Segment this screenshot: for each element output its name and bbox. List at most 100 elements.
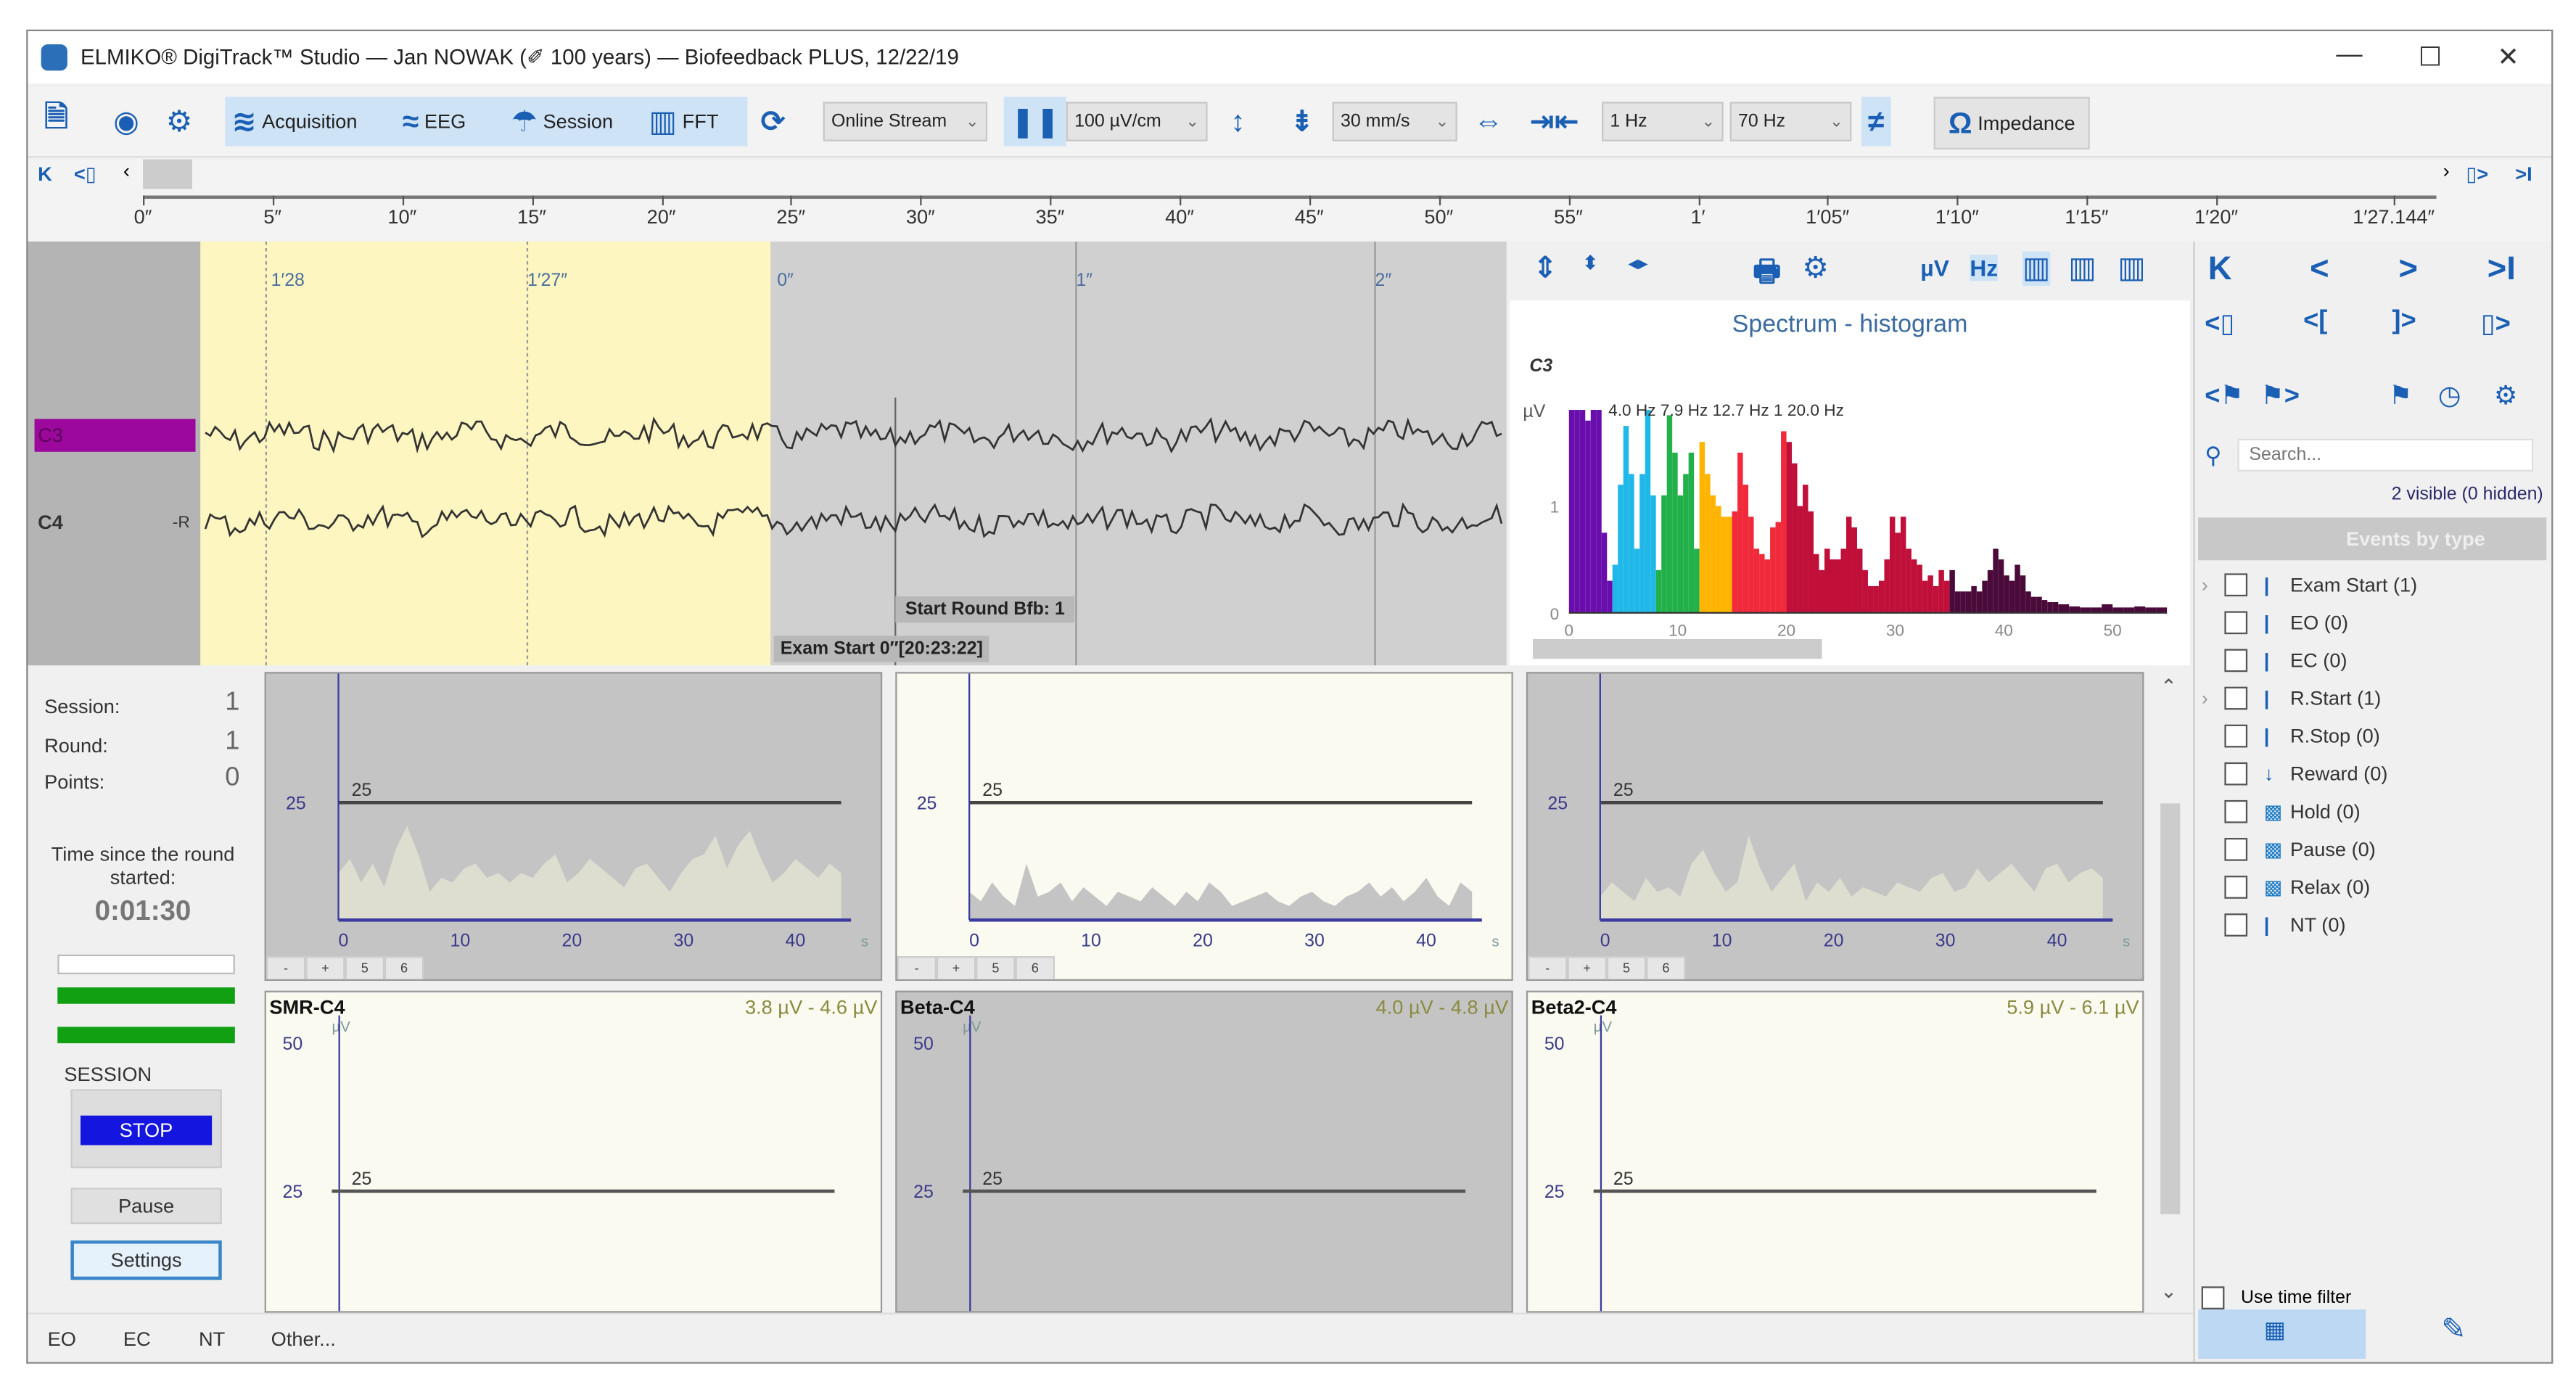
time-expand-icon[interactable]: ⇔ <box>1473 97 1503 147</box>
pause-icon[interactable]: ❚❚ <box>1003 96 1067 147</box>
event-type-row[interactable]: ▩ Pause (0) <box>2202 831 2547 868</box>
high-filter-select[interactable]: 70 Hz ⌄ <box>1729 102 1852 141</box>
next-event-icon[interactable]: > <box>2398 251 2417 289</box>
gear-icon[interactable]: ⚙ <box>166 97 193 147</box>
eeg-button[interactable]: ≈ EEG <box>403 97 466 147</box>
page-back-icon[interactable]: <▯ <box>74 163 96 186</box>
stop-button[interactable]: STOP <box>80 1115 213 1146</box>
timeline-ruler[interactable]: K <▯ ‹ › ▯> >I 0″ 5″ 10″ 15″ 20″ 25″ 30″ 35″ 40″… <box>28 159 2552 242</box>
clock-icon[interactable]: ◷ <box>2438 379 2461 412</box>
preset-5-button[interactable]: 5 <box>976 956 1016 979</box>
preset-5-button[interactable]: 5 <box>1606 956 1647 979</box>
event-type-row[interactable]: | NT (0) <box>2202 907 2547 943</box>
time-compress-icon[interactable]: ⇥⇤ <box>1529 97 1579 147</box>
event-type-row[interactable]: ▩ Hold (0) <box>2202 794 2547 830</box>
acquisition-button[interactable]: ≋ Acquisition <box>231 97 357 147</box>
maximize-button[interactable]: ☐ <box>2419 41 2442 74</box>
timeline-scrollbar-thumb[interactable] <box>143 159 192 189</box>
eeg-mode-tab[interactable]: ▦ <box>2198 1309 2366 1359</box>
preset-6-button[interactable]: 6 <box>384 956 424 979</box>
event-checkbox[interactable] <box>2224 649 2248 673</box>
event-type-row[interactable]: | EO (0) <box>2202 604 2547 641</box>
status-other-button[interactable]: Other... <box>271 1328 336 1351</box>
event-checkbox[interactable] <box>2224 837 2248 861</box>
stream-select[interactable]: Online Stream ⌄ <box>823 102 988 141</box>
zoom-in-button[interactable]: + <box>1567 956 1607 979</box>
event-checkbox[interactable] <box>2224 762 2248 786</box>
scroll-down-icon[interactable]: ⌄ <box>2160 1280 2177 1303</box>
events-settings-icon[interactable]: ⚙ <box>2494 379 2517 412</box>
prev-page-icon[interactable]: <▯ <box>2205 307 2234 340</box>
event-checkbox[interactable] <box>2224 686 2248 710</box>
refresh-icon[interactable]: ⟳ <box>761 97 786 147</box>
zoom-out-button[interactable]: - <box>266 956 306 979</box>
spectrum-bar <box>1618 485 1624 613</box>
zoom-out-button[interactable]: - <box>897 956 937 979</box>
next-page-icon[interactable]: ▯> <box>2481 307 2511 340</box>
prev-bracket-icon[interactable]: <[ <box>2303 307 2327 337</box>
go-start-icon[interactable]: K <box>38 163 52 186</box>
preset-6-button[interactable]: 6 <box>1015 956 1055 979</box>
notch-filter-icon[interactable]: ≠ <box>1861 96 1891 147</box>
event-checkbox[interactable] <box>2224 611 2248 635</box>
amplitude-increase-icon[interactable]: ↕ <box>1230 97 1245 147</box>
scroll-right-icon[interactable]: › <box>2443 160 2450 183</box>
prev-flag-icon[interactable]: <⚑ <box>2205 379 2244 412</box>
event-checkbox[interactable] <box>2224 724 2248 748</box>
event-checkbox[interactable] <box>2224 799 2248 823</box>
session-button[interactable]: ☂ Session <box>511 97 613 147</box>
minimize-button[interactable]: — <box>2336 41 2362 71</box>
event-type-row[interactable]: | R.Stop (0) <box>2202 718 2547 754</box>
event-checkbox[interactable] <box>2224 876 2248 899</box>
event-checkbox[interactable] <box>2224 913 2248 937</box>
low-filter-select[interactable]: 1 Hz ⌄ <box>1602 102 1724 141</box>
events-header[interactable]: Events by type <box>2198 517 2547 561</box>
next-flag-icon[interactable]: ⚑> <box>2260 379 2300 412</box>
event-type-row[interactable]: › | Exam Start (1) <box>2202 567 2547 603</box>
exam-start-marker[interactable]: Exam Start 0″[20:23:22] <box>773 636 989 662</box>
event-search-input[interactable] <box>2237 438 2534 472</box>
fft-button[interactable]: ▥ FFT <box>649 97 719 147</box>
spectrum-scrollbar[interactable] <box>1532 638 1822 659</box>
page-forward-icon[interactable]: ▯> <box>2466 163 2488 186</box>
scroll-up-icon[interactable]: ⌃ <box>2160 675 2177 699</box>
last-event-icon[interactable]: >I <box>2487 251 2516 289</box>
eeg-view[interactable]: C3 C4 -R 1′28 1′27″ 0″ 1″ 2″ Start Round… <box>28 241 1507 666</box>
round-start-marker[interactable]: Start Round Bfb: 1 <box>895 596 1075 623</box>
status-eo-button[interactable]: EO <box>48 1328 76 1351</box>
edit-icon[interactable]: ✎ <box>2441 1312 2466 1347</box>
scroll-left-icon[interactable]: ‹ <box>123 160 130 183</box>
eye-icon[interactable]: ◉ <box>113 97 139 147</box>
zoom-out-button[interactable]: - <box>1528 956 1568 979</box>
go-end-icon[interactable]: >I <box>2515 163 2532 186</box>
pause-button[interactable]: Pause <box>70 1188 222 1225</box>
speed-select[interactable]: 30 mm/s ⌄ <box>1332 102 1457 141</box>
expand-icon[interactable]: › <box>2202 573 2225 596</box>
preset-5-button[interactable]: 5 <box>345 956 384 979</box>
time-filter-checkbox[interactable] <box>2201 1286 2225 1309</box>
expand-icon[interactable]: › <box>2202 687 2225 710</box>
amplitude-decrease-icon[interactable]: ⇟ <box>1290 97 1314 147</box>
zoom-in-button[interactable]: + <box>305 956 345 979</box>
preset-6-button[interactable]: 6 <box>1646 956 1686 979</box>
document-icon[interactable]: 🗎 <box>44 97 68 147</box>
impedance-button[interactable]: Ω Impedance <box>1933 96 2091 150</box>
status-nt-button[interactable]: NT <box>199 1328 225 1351</box>
status-ec-button[interactable]: EC <box>123 1328 151 1351</box>
close-button[interactable]: ✕ <box>2497 41 2519 74</box>
first-event-icon[interactable]: K <box>2208 251 2232 289</box>
sensitivity-select[interactable]: 100 µV/cm ⌄ <box>1066 102 1208 141</box>
next-bracket-icon[interactable]: ]> <box>2392 307 2416 337</box>
event-type-row[interactable]: ▩ Relax (0) <box>2202 869 2547 905</box>
event-type-row[interactable]: › | R.Start (1) <box>2202 680 2547 717</box>
settings-button[interactable]: Settings <box>70 1240 222 1280</box>
panel-scrollbar[interactable] <box>2160 803 2181 1214</box>
use-time-filter[interactable]: Use time filter <box>2201 1286 2351 1309</box>
flag-icon[interactable]: ⚑ <box>2389 379 2412 412</box>
zoom-in-button[interactable]: + <box>936 956 976 979</box>
event-type-row[interactable]: | EC (0) <box>2202 642 2547 678</box>
event-type-row[interactable]: ↓ Reward (0) <box>2202 756 2547 792</box>
event-checkbox[interactable] <box>2224 573 2248 597</box>
previous-event-icon[interactable]: < <box>2310 251 2329 289</box>
spectrum-bar <box>1911 559 1917 613</box>
